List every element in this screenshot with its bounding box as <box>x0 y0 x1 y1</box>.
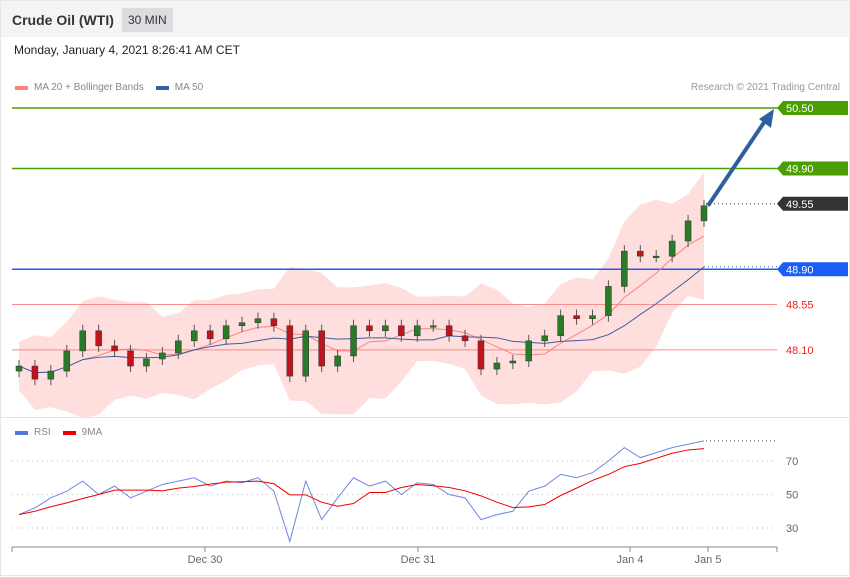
candle <box>238 322 246 326</box>
rsi-line <box>18 440 705 544</box>
candle <box>366 325 373 332</box>
rsi-tick: 30 <box>786 523 798 535</box>
candle <box>525 340 533 362</box>
candle <box>461 335 469 342</box>
candle <box>573 315 580 319</box>
candle <box>31 365 39 380</box>
candle <box>127 350 134 367</box>
candle <box>334 355 341 367</box>
candle <box>509 360 517 364</box>
candle <box>350 325 357 357</box>
candle <box>429 325 437 328</box>
x-label: Dec 30 <box>187 554 223 566</box>
candle <box>668 240 676 257</box>
candle <box>684 220 692 242</box>
candle <box>286 325 294 377</box>
candle <box>557 315 564 337</box>
candle <box>541 335 548 342</box>
candle <box>414 325 421 337</box>
x-label: Dec 31 <box>400 554 436 566</box>
candle <box>493 362 501 370</box>
candle <box>159 352 166 360</box>
x-label: Jan 4 <box>616 554 644 566</box>
candle <box>190 330 198 342</box>
bollinger-band <box>19 172 704 418</box>
candle <box>143 358 150 367</box>
candle <box>621 250 628 287</box>
candle <box>63 350 71 372</box>
candle <box>222 325 230 340</box>
target-arrow <box>706 116 769 207</box>
x-label: Jan 5 <box>694 554 722 566</box>
level-label: 49.90 <box>786 163 814 175</box>
candle <box>47 370 55 380</box>
candle <box>111 345 118 352</box>
level-label: 48.55 <box>786 300 814 312</box>
candle <box>700 205 708 222</box>
rsi-tick: 50 <box>786 490 798 502</box>
candle <box>445 325 453 337</box>
candle <box>206 330 214 340</box>
candle <box>382 325 389 332</box>
candle <box>15 365 23 372</box>
candle <box>318 330 325 367</box>
rsi-tick: 70 <box>786 456 798 468</box>
price-chart[interactable]: 50.50 49.90 49.55 48.90 48.55 48.10 70 50 30 <box>1 1 850 577</box>
candle <box>79 330 86 352</box>
level-label: 50.50 <box>786 103 814 115</box>
level-label: 48.90 <box>786 264 814 276</box>
candle <box>477 340 485 370</box>
candle <box>605 286 612 316</box>
candle <box>175 340 182 354</box>
level-label: 49.55 <box>786 199 814 211</box>
candle <box>270 318 278 326</box>
level-label: 48.10 <box>786 345 814 357</box>
candle <box>95 330 102 347</box>
candle <box>398 325 405 337</box>
candle <box>302 330 309 377</box>
candle <box>254 318 262 323</box>
candle <box>637 250 644 257</box>
candle <box>652 255 660 258</box>
candle <box>589 315 596 319</box>
